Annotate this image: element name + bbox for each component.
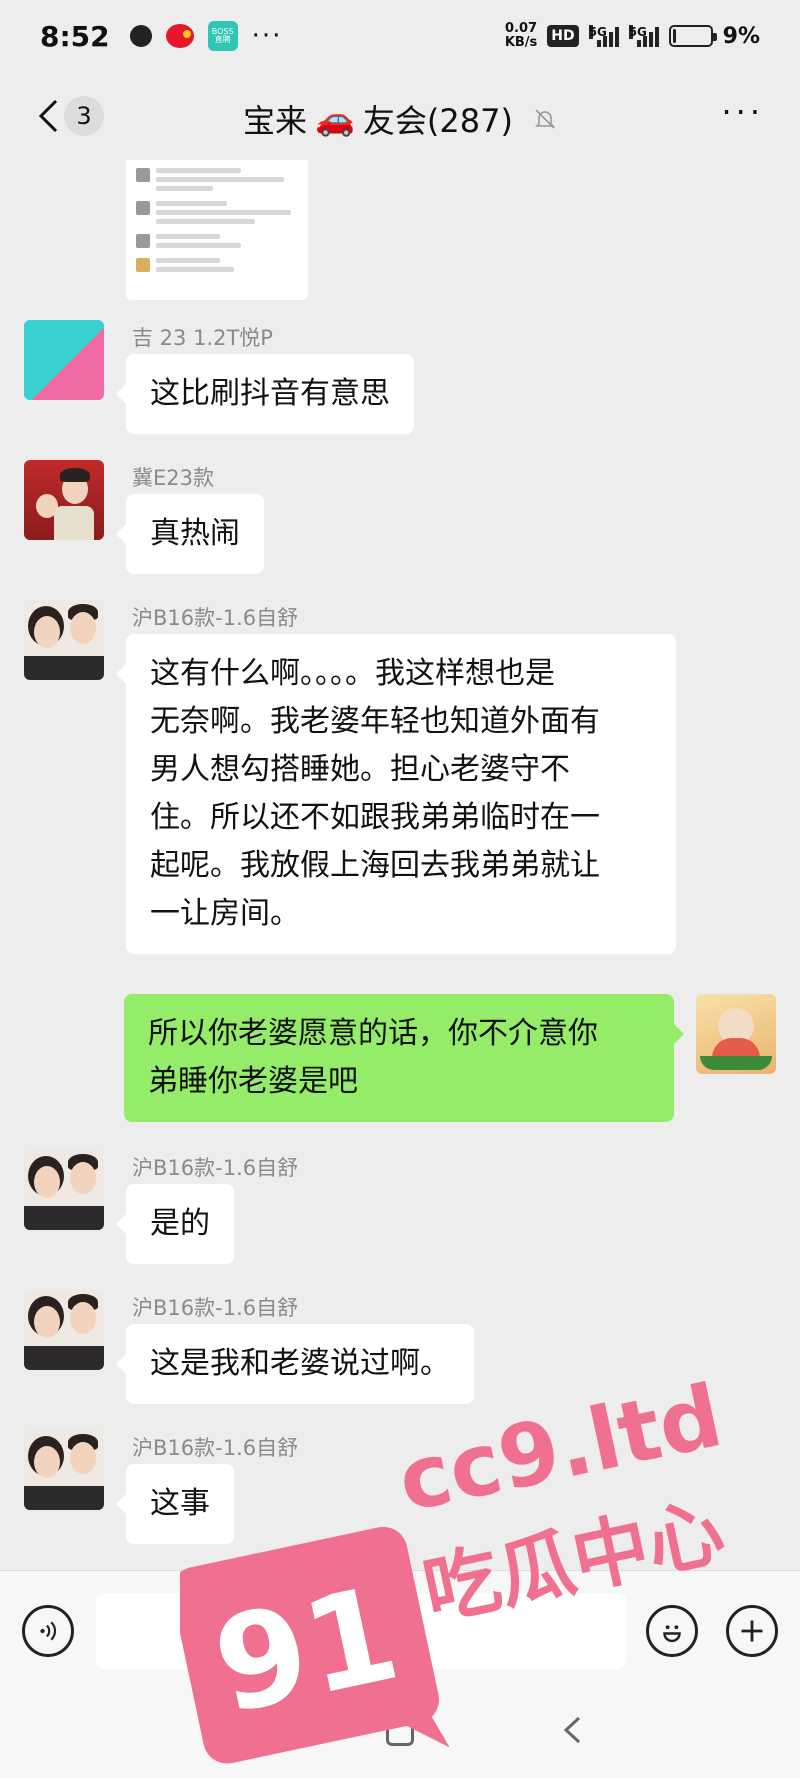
signal-1-icon: 5G (588, 25, 619, 47)
nav-back-button[interactable] (562, 1714, 582, 1754)
message-line: 无奈啊。我老婆年轻也知道外面有 (150, 704, 600, 739)
network-speed: 0.07 KB/s (505, 22, 537, 50)
avatar[interactable] (24, 1150, 104, 1230)
emoji-button[interactable] (646, 1605, 698, 1657)
hd-voice-badge: HD (547, 25, 579, 47)
sender-name: 沪B16款-1.6自舒 (132, 1436, 299, 1460)
speed-value: 0.07 (505, 21, 538, 36)
mute-bell-icon (535, 109, 555, 129)
message-bubble[interactable]: 是的 (116, 1184, 234, 1264)
sender-name: 沪B16款-1.6自舒 (132, 1296, 299, 1320)
input-bar (0, 1570, 800, 1688)
avatar[interactable] (24, 1290, 104, 1370)
sender-name: 沪B16款-1.6自舒 (132, 1156, 299, 1180)
plus-icon (741, 1620, 763, 1642)
message-bubble[interactable]: 这有什么啊。。。。我这样想也是 无奈啊。我老婆年轻也知道外面有 男人想勾搭睡她。… (116, 634, 676, 954)
voice-icon (40, 1621, 56, 1641)
avatar[interactable] (24, 600, 104, 680)
chat-title: 宝来 🚗 友会(287) (0, 96, 800, 142)
message-line: 弟睡你老婆是吧 (148, 1064, 358, 1099)
nav-home-button[interactable] (386, 1718, 414, 1746)
chat-header: 3 宝来 🚗 友会(287) ··· (0, 72, 800, 160)
avatar[interactable] (24, 1430, 104, 1510)
avatar-self[interactable] (696, 994, 776, 1074)
speed-unit: KB/s (504, 35, 538, 50)
message-line: 起呢。我放假上海回去我弟弟就让 (150, 848, 600, 883)
notification-dot-icon (129, 25, 152, 47)
sender-name: 吉 23 1.2T悦P (132, 326, 273, 350)
message-input[interactable] (96, 1593, 626, 1669)
plus-button[interactable] (726, 1605, 778, 1657)
more-options-button[interactable]: ··· (721, 96, 764, 128)
message-line: 一让房间。 (150, 896, 300, 931)
chat-title-before: 宝来 (243, 102, 308, 140)
status-bar: 8:52 BOSS 直聘 ··· 0.07 KB/s HD 5G 5G 9% (0, 0, 800, 72)
signal-2-icon: 5G (628, 25, 659, 47)
forwarded-chat-record[interactable] (126, 160, 308, 300)
battery-fill (672, 29, 676, 43)
message-line: 住。所以还不如跟我弟弟临时在一 (150, 800, 600, 835)
system-nav-bar (0, 1688, 800, 1778)
weibo-icon (165, 24, 194, 48)
nav-menu-button[interactable] (206, 1720, 236, 1744)
message-bubble[interactable]: 真热闹 (116, 494, 264, 574)
status-time: 8:52 (40, 19, 110, 53)
chat-title-after: 友会(287) (362, 102, 513, 140)
message-line: 男人想勾搭睡她。担心老婆守不 (150, 752, 570, 787)
chat-area[interactable]: 吉 23 1.2T悦P 这比刷抖音有意思 冀E23款 真热闹 沪B16款-1.6… (0, 160, 800, 1570)
nav-back-icon (563, 1716, 581, 1744)
voice-input-button[interactable] (22, 1605, 74, 1657)
sender-name: 冀E23款 (132, 466, 214, 490)
boss-label-bottom: 直聘 (214, 35, 231, 44)
network-type-1: 5G (588, 25, 607, 39)
more-notifications-icon: ··· (251, 21, 283, 51)
message-bubble[interactable]: 这事 (116, 1464, 234, 1544)
emoji-icon (663, 1625, 681, 1643)
car-emoji-icon: 🚗 (315, 100, 355, 138)
battery-icon (668, 25, 717, 47)
message-bubble[interactable]: 这是我和老婆说过啊。 (116, 1324, 474, 1404)
message-line: 所以你老婆愿意的话，你不介意你 (148, 1016, 598, 1051)
sender-name: 沪B16款-1.6自舒 (132, 606, 299, 630)
battery-percent: 9% (722, 23, 760, 49)
message-bubble[interactable]: 这比刷抖音有意思 (116, 354, 414, 434)
message-line: 这有什么啊。。。。我这样想也是 (150, 656, 555, 691)
avatar[interactable] (24, 320, 104, 400)
message-bubble-self[interactable]: 所以你老婆愿意的话，你不介意你 弟睡你老婆是吧 (124, 994, 684, 1122)
boss-app-icon: BOSS 直聘 (207, 21, 238, 51)
avatar[interactable] (24, 460, 104, 540)
network-type-2: 5G (628, 25, 647, 39)
